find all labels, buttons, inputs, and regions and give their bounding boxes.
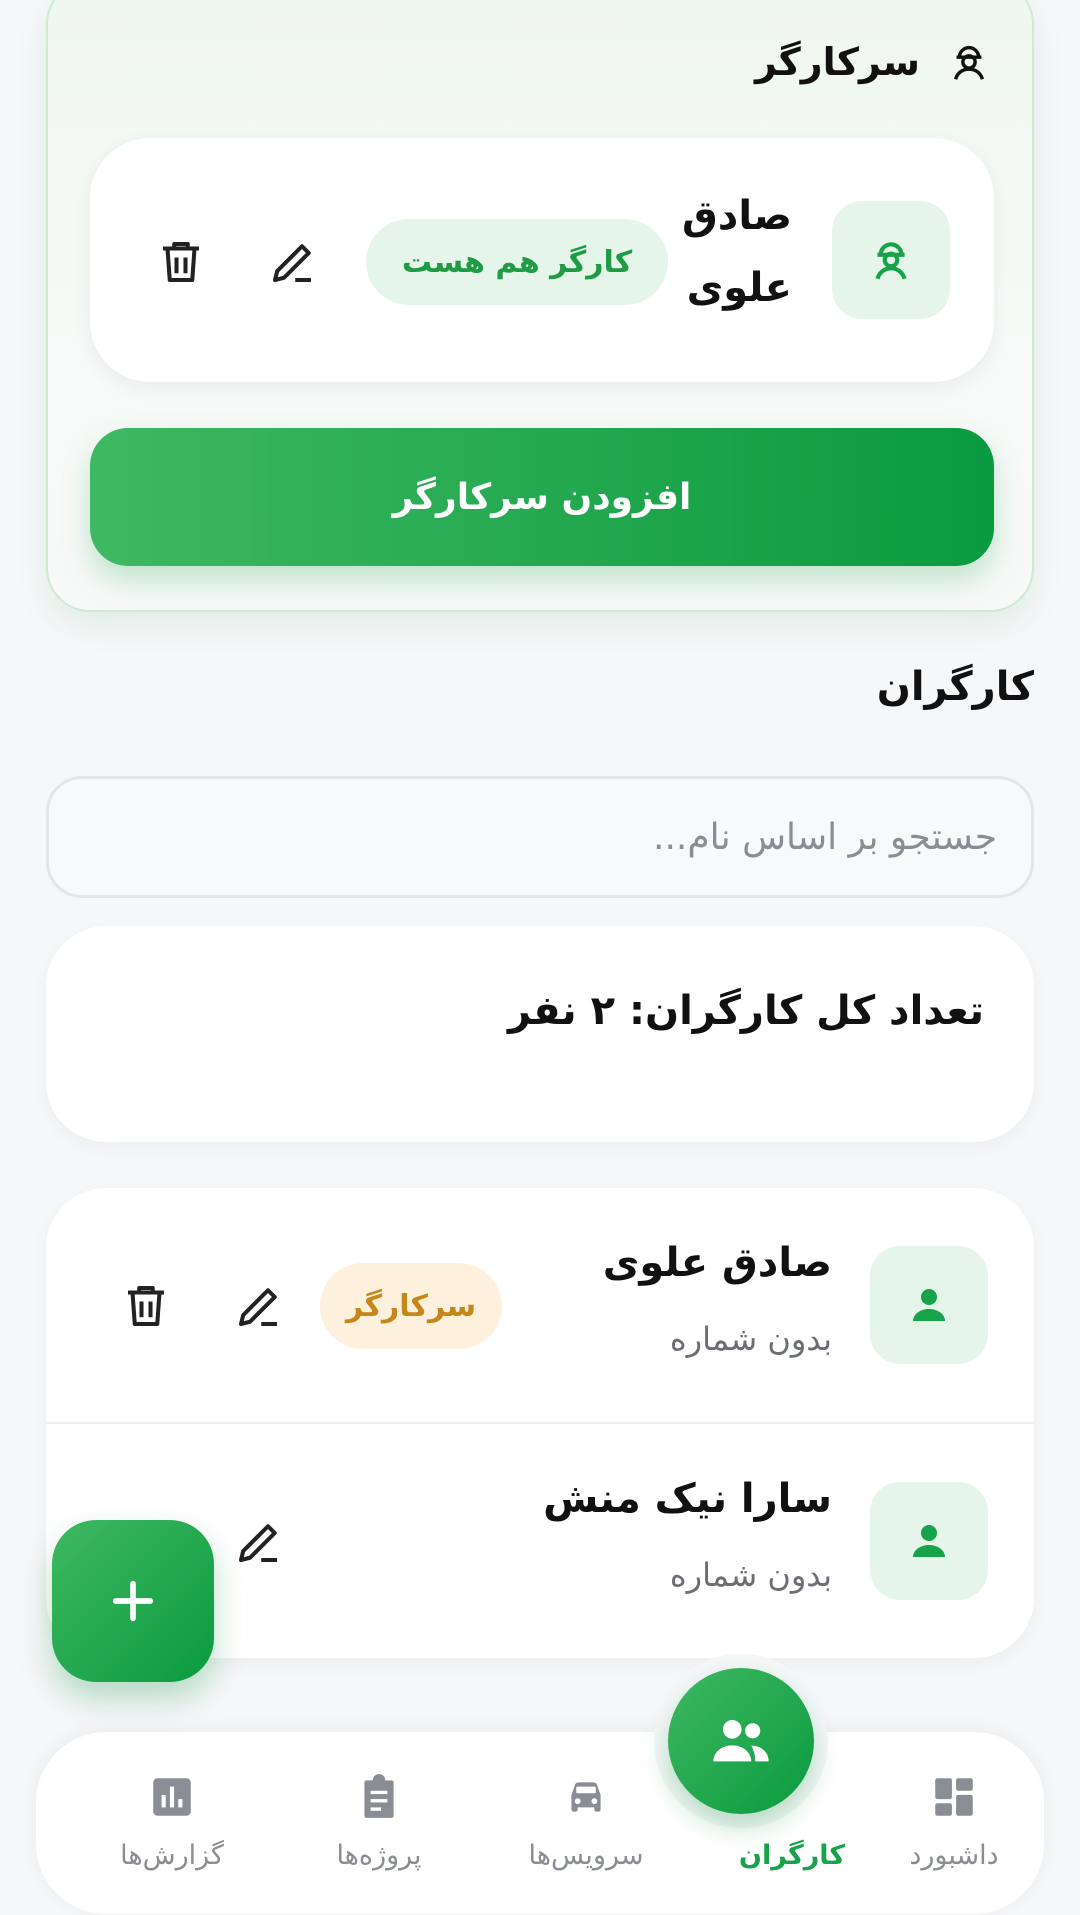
avatar [870, 1482, 988, 1600]
worker-name: سارا نیک منش [543, 1476, 832, 1522]
supervisor-name-line2: علوی [686, 265, 792, 311]
workers-title: کارگران [876, 664, 1034, 710]
worker-phone: بدون شماره [669, 1556, 832, 1594]
supervisor-badge: سرکارگر [320, 1263, 502, 1349]
pencil-icon [272, 244, 311, 283]
worker-name: صادق علوی [602, 1240, 832, 1286]
search-input[interactable] [49, 779, 1031, 895]
worker-count-card: تعداد کل کارگران: ۲ نفر [46, 926, 1034, 1142]
pencil-icon [238, 1524, 277, 1563]
supervisor-helmet-icon [953, 45, 985, 80]
worker-helmet-icon [875, 242, 907, 280]
add-worker-fab[interactable] [52, 1520, 214, 1682]
nav-label-workers: کارگران [738, 1840, 846, 1871]
bar-chart-icon [153, 1778, 191, 1816]
worker-phone: بدون شماره [669, 1320, 832, 1358]
pencil-icon [238, 1288, 277, 1327]
supervisor-title: سرکارگر [755, 40, 920, 84]
edit-worker-button[interactable] [224, 1271, 294, 1341]
nav-item-dashboard[interactable]: داشبورد [864, 1732, 1044, 1914]
trash-icon [163, 241, 199, 283]
person-icon [913, 1289, 945, 1321]
clipboard-icon [364, 1774, 394, 1818]
delete-worker-button[interactable] [111, 1271, 181, 1341]
list-item[interactable]: صادق علوی بدون شماره سرکارگر [46, 1188, 1034, 1424]
supervisor-header: سرکارگر [755, 32, 992, 92]
supervisor-item[interactable]: صادق علوی کارگر هم هست [90, 138, 994, 382]
car-icon [571, 1782, 601, 1812]
nav-label-projects: پروژه‌ها [336, 1840, 422, 1871]
dashboard-icon [935, 1778, 973, 1816]
supervisor-section: سرکارگر صادق علوی کارگر هم هست افزودن سر… [46, 0, 1034, 612]
add-supervisor-button[interactable]: افزودن سرکارگر [90, 428, 994, 566]
delete-supervisor-button[interactable] [146, 227, 216, 297]
supervisor-name: صادق علوی [652, 180, 792, 324]
avatar [870, 1246, 988, 1364]
nav-item-projects[interactable]: پروژه‌ها [289, 1732, 469, 1914]
group-icon [713, 1720, 769, 1762]
worker-count-text: تعداد کل کارگران: ۲ نفر [507, 988, 984, 1034]
nav-label-services: سرویس‌ها [528, 1840, 644, 1871]
avatar [832, 201, 950, 319]
plus-icon [112, 1580, 154, 1622]
nav-item-reports[interactable]: گزارش‌ها [82, 1732, 262, 1914]
person-icon [913, 1525, 945, 1557]
supervisor-name-line1: صادق [682, 193, 792, 239]
nav-item-services[interactable]: سرویس‌ها [496, 1732, 676, 1914]
nav-label-reports: گزارش‌ها [120, 1840, 224, 1871]
edit-worker-button[interactable] [224, 1507, 294, 1577]
edit-supervisor-button[interactable] [258, 227, 328, 297]
trash-icon [128, 1285, 164, 1327]
bottom-nav: داشبورد کارگران سرویس‌ها پروژه‌ها گزارش‌… [36, 1732, 1044, 1914]
search-box [46, 776, 1034, 898]
nav-center-workers-button[interactable] [668, 1668, 814, 1814]
also-worker-badge: کارگر هم هست [366, 219, 668, 305]
nav-label-dashboard: داشبورد [909, 1840, 999, 1871]
